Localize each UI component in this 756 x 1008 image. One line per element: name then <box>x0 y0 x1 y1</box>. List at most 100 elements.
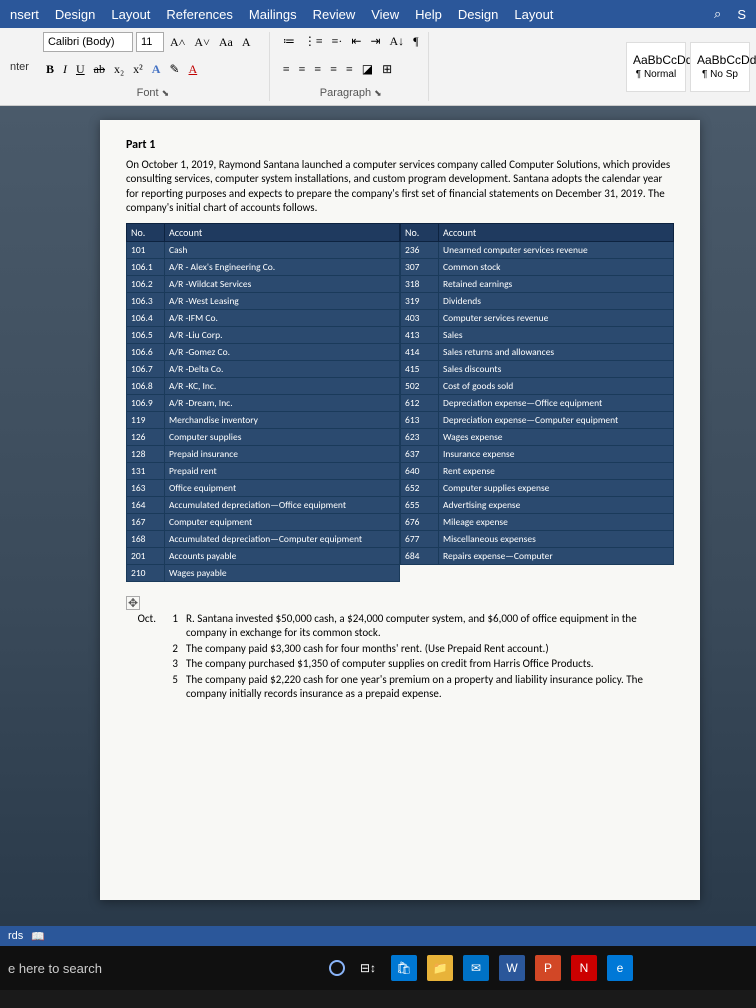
acct-name: Mileage expense <box>439 514 674 531</box>
decrease-indent-button[interactable]: ⇤ <box>348 32 364 51</box>
acct-name: A/R -Wildcat Services <box>165 276 400 293</box>
tab-insert[interactable]: nsert <box>10 7 39 22</box>
table-row: 106.2A/R -Wildcat Services <box>127 276 400 293</box>
tab-mailings[interactable]: Mailings <box>249 7 297 22</box>
font-size-select[interactable]: 11 <box>136 32 164 52</box>
tab-design[interactable]: Design <box>55 7 95 22</box>
status-bar: rds 📖 <box>0 926 756 946</box>
underline-button[interactable]: U <box>73 60 88 79</box>
acct-name: A/R -IFM Co. <box>165 310 400 327</box>
entry-day: 1 <box>166 612 178 640</box>
taskbar-search[interactable]: e here to search <box>8 961 208 976</box>
acct-no: 106.4 <box>127 310 165 327</box>
acct-name: Retained earnings <box>439 276 674 293</box>
line-spacing-button[interactable]: ≡ <box>343 60 356 79</box>
page[interactable]: Part 1 On October 1, 2019, Raymond Santa… <box>100 120 700 900</box>
acct-name: Computer services revenue <box>439 310 674 327</box>
table-move-handle-icon[interactable]: ✥ <box>126 596 140 610</box>
table-row: 106.8A/R -KC, Inc. <box>127 378 400 395</box>
tab-help[interactable]: Help <box>415 7 442 22</box>
acct-name: Rent expense <box>439 463 674 480</box>
clear-format-button[interactable]: A⃠ <box>239 33 263 52</box>
task-view-icon[interactable]: ⊟↕ <box>355 955 381 981</box>
powerpoint-icon[interactable]: P <box>535 955 561 981</box>
increase-indent-button[interactable]: ⇥ <box>367 32 383 51</box>
acct-no: 414 <box>401 344 439 361</box>
acct-no: 415 <box>401 361 439 378</box>
table-row: 637Insurance expense <box>401 446 674 463</box>
search-icon[interactable]: ⌕ <box>714 6 721 22</box>
acct-name: Accumulated depreciation—Computer equipm… <box>165 531 400 548</box>
font-group-label: Font <box>137 87 159 99</box>
font-name-select[interactable]: Calibri (Body) <box>43 32 133 52</box>
tab-tabletools-design[interactable]: Design <box>458 7 498 22</box>
borders-button[interactable]: ⊞ <box>379 60 395 79</box>
font-color-button[interactable]: A <box>186 60 201 79</box>
acct-name: Computer supplies expense <box>439 480 674 497</box>
italic-button[interactable]: I <box>60 60 70 79</box>
format-painter-label: nter <box>6 61 33 73</box>
acct-name: Depreciation expense—Computer equipment <box>439 412 674 429</box>
table-row: 640Rent expense <box>401 463 674 480</box>
file-explorer-icon[interactable]: 📁 <box>427 955 453 981</box>
cortana-icon[interactable] <box>329 960 345 976</box>
table-row: 106.1A/R - Alex's Engineering Co. <box>127 259 400 276</box>
table-row: 210Wages payable <box>127 565 400 582</box>
change-case-button[interactable]: Aa <box>216 33 236 52</box>
style-no-spacing[interactable]: AaBbCcDd ¶ No Sp <box>690 42 750 92</box>
table-row: 236Unearned computer services revenue <box>401 242 674 259</box>
edge-icon[interactable]: e <box>607 955 633 981</box>
acct-name: Common stock <box>439 259 674 276</box>
font-dialog-launcher[interactable]: ⬊ <box>162 88 170 98</box>
show-marks-button[interactable]: ¶ <box>410 32 421 51</box>
entry-day: 2 <box>166 642 178 656</box>
justify-button[interactable]: ≡ <box>327 60 340 79</box>
shrink-font-button[interactable]: A˅ <box>191 33 212 52</box>
align-right-button[interactable]: ≡ <box>311 60 324 79</box>
tab-references[interactable]: References <box>166 7 232 22</box>
reading-view-icon[interactable]: 📖 <box>31 930 45 943</box>
entry-day: 5 <box>166 673 178 701</box>
acct-no: 403 <box>401 310 439 327</box>
table-row: 106.4A/R -IFM Co. <box>127 310 400 327</box>
table-row: 318Retained earnings <box>401 276 674 293</box>
table-row: 119Merchandise inventory <box>127 412 400 429</box>
style-name-nospace: ¶ No Sp <box>697 69 743 80</box>
bold-button[interactable]: B <box>43 60 57 79</box>
acct-no: 126 <box>127 429 165 446</box>
acct-name: A/R -Gomez Co. <box>165 344 400 361</box>
tab-tabletools-layout[interactable]: Layout <box>514 7 553 22</box>
tab-review[interactable]: Review <box>313 7 356 22</box>
sort-button[interactable]: A↓ <box>387 32 408 51</box>
multilevel-button[interactable]: ≡· <box>329 32 346 51</box>
acct-name: A/R - Alex's Engineering Co. <box>165 259 400 276</box>
tab-layout[interactable]: Layout <box>111 7 150 22</box>
highlight-button[interactable]: ✎ <box>166 60 182 79</box>
header-account: Account <box>439 224 674 242</box>
numbering-button[interactable]: ⋮≡ <box>301 32 326 51</box>
acct-no: 676 <box>401 514 439 531</box>
mail-icon[interactable]: ✉ <box>463 955 489 981</box>
word-icon[interactable]: W <box>499 955 525 981</box>
superscript-button[interactable]: x² <box>130 60 146 79</box>
acct-name: Accumulated depreciation—Office equipmen… <box>165 497 400 514</box>
table-row: 106.3A/R -West Leasing <box>127 293 400 310</box>
paragraph-dialog-launcher[interactable]: ⬊ <box>374 88 382 98</box>
style-normal[interactable]: AaBbCcDd ¶ Normal <box>626 42 686 92</box>
align-left-button[interactable]: ≡ <box>280 60 293 79</box>
strike-button[interactable]: ab <box>91 60 108 79</box>
acct-name: Sales <box>439 327 674 344</box>
document-area[interactable]: Part 1 On October 1, 2019, Raymond Santa… <box>0 106 756 926</box>
acct-no: 168 <box>127 531 165 548</box>
store-icon[interactable]: 🛍 <box>391 955 417 981</box>
text-effects-button[interactable]: A <box>149 60 164 79</box>
subscript-button[interactable]: x₂ <box>111 60 127 79</box>
align-center-button[interactable]: ≡ <box>296 60 309 79</box>
bullets-button[interactable]: ≔ <box>280 32 298 51</box>
n-app-icon[interactable]: N <box>571 955 597 981</box>
acct-no: 131 <box>127 463 165 480</box>
grow-font-button[interactable]: A˄ <box>167 33 188 52</box>
shading-button[interactable]: ◪ <box>359 60 376 79</box>
tab-view[interactable]: View <box>371 7 399 22</box>
word-count[interactable]: rds <box>8 930 23 942</box>
